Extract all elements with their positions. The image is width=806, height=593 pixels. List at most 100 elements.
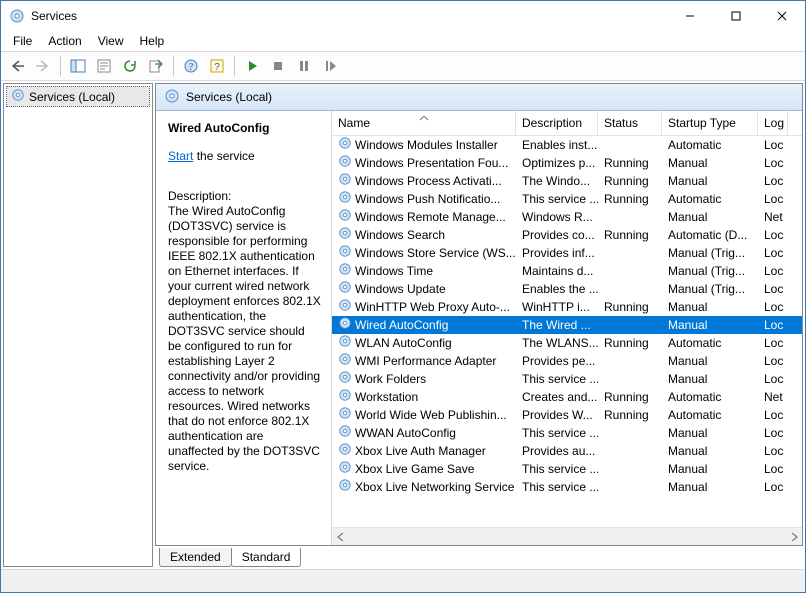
- service-status-cell: [598, 442, 662, 460]
- service-logon-cell: Loc: [758, 280, 788, 298]
- service-row[interactable]: WorkstationCreates and...RunningAutomati…: [332, 388, 802, 406]
- toolbar-show-hide-tree-button[interactable]: [66, 54, 90, 78]
- detail-start-link[interactable]: Start: [168, 149, 193, 163]
- svg-text:?: ?: [189, 62, 194, 73]
- service-row[interactable]: Windows Remote Manage...Windows R...Manu…: [332, 208, 802, 226]
- window-close-button[interactable]: [759, 1, 805, 31]
- sort-indicator-icon: [420, 111, 428, 124]
- service-name-cell: Windows Update: [355, 280, 446, 298]
- service-row[interactable]: Xbox Live Auth ManagerProvides au...Manu…: [332, 442, 802, 460]
- menu-view[interactable]: View: [92, 32, 130, 50]
- service-list-pane: Name Description Status Startup Type Log…: [332, 111, 802, 545]
- service-description-cell: This service ...: [516, 190, 598, 208]
- service-status-cell: Running: [598, 154, 662, 172]
- service-row[interactable]: Windows SearchProvides co...RunningAutom…: [332, 226, 802, 244]
- tab-extended[interactable]: Extended: [159, 548, 232, 567]
- detail-actions: Start the service: [168, 149, 321, 163]
- horizontal-scrollbar[interactable]: [332, 527, 802, 545]
- service-startup-cell: Automatic: [662, 136, 758, 154]
- column-header-startup-type[interactable]: Startup Type: [662, 111, 758, 135]
- service-name-cell: WinHTTP Web Proxy Auto-...: [355, 298, 510, 316]
- service-status-cell: [598, 280, 662, 298]
- service-startup-cell: Manual: [662, 316, 758, 334]
- service-startup-cell: Manual: [662, 424, 758, 442]
- pane-header: Services (Local): [156, 84, 802, 111]
- service-row[interactable]: Windows Presentation Fou... Optimizes p..…: [332, 154, 802, 172]
- column-header-logon-as[interactable]: Log: [758, 111, 788, 135]
- service-row[interactable]: WWAN AutoConfigThis service ...ManualLoc: [332, 424, 802, 442]
- toolbar-stop-service-button[interactable]: [266, 54, 290, 78]
- service-startup-cell: Manual: [662, 352, 758, 370]
- window-minimize-button[interactable]: [667, 1, 713, 31]
- column-header-status[interactable]: Status: [598, 111, 662, 135]
- column-header-name[interactable]: Name: [332, 111, 516, 135]
- service-description-cell: Optimizes p...: [516, 154, 598, 172]
- service-name-cell: WLAN AutoConfig: [355, 334, 452, 352]
- service-name-cell: Wired AutoConfig: [355, 316, 448, 334]
- service-status-cell: [598, 352, 662, 370]
- service-row[interactable]: WinHTTP Web Proxy Auto-...WinHTTP i...Ru…: [332, 298, 802, 316]
- menu-help[interactable]: Help: [134, 32, 171, 50]
- service-startup-cell: Automatic: [662, 406, 758, 424]
- service-row[interactable]: Wired AutoConfigThe Wired ...ManualLoc: [332, 316, 802, 334]
- scroll-track[interactable]: [349, 528, 785, 545]
- service-logon-cell: Loc: [758, 136, 788, 154]
- service-row[interactable]: Windows UpdateEnables the ...Manual (Tri…: [332, 280, 802, 298]
- service-name-cell: WMI Performance Adapter: [355, 352, 496, 370]
- tab-standard[interactable]: Standard: [231, 548, 302, 567]
- column-header-description[interactable]: Description: [516, 111, 598, 135]
- toolbar-help-button[interactable]: ?: [179, 54, 203, 78]
- service-startup-cell: Manual: [662, 478, 758, 496]
- service-name-cell: Xbox Live Auth Manager: [355, 442, 486, 460]
- service-logon-cell: Net: [758, 388, 788, 406]
- service-row[interactable]: Windows TimeMaintains d...Manual (Trig..…: [332, 262, 802, 280]
- service-description-cell: The WLANS...: [516, 334, 598, 352]
- service-row[interactable]: Windows Store Service (WS...Provides inf…: [332, 244, 802, 262]
- window-maximize-button[interactable]: [713, 1, 759, 31]
- service-startup-cell: Manual: [662, 154, 758, 172]
- service-icon: [338, 442, 352, 460]
- service-row[interactable]: Windows Push Notificatio...This service …: [332, 190, 802, 208]
- pane-header-title: Services (Local): [186, 90, 272, 104]
- service-status-cell: [598, 478, 662, 496]
- toolbar-start-service-button[interactable]: [240, 54, 264, 78]
- menu-file[interactable]: File: [7, 32, 38, 50]
- toolbar-export-button[interactable]: [144, 54, 168, 78]
- toolbar-properties-button[interactable]: [92, 54, 116, 78]
- scroll-left-button[interactable]: [332, 528, 349, 545]
- service-row[interactable]: WLAN AutoConfigThe WLANS...RunningAutoma…: [332, 334, 802, 352]
- service-status-cell: Running: [598, 334, 662, 352]
- service-description-cell: Enables inst...: [516, 136, 598, 154]
- pane-body: Wired AutoConfig Start the service Descr…: [156, 111, 802, 545]
- toolbar-pause-service-button[interactable]: [292, 54, 316, 78]
- service-row[interactable]: World Wide Web Publishin...Provides W...…: [332, 406, 802, 424]
- toolbar-restart-service-button[interactable]: [318, 54, 342, 78]
- service-row[interactable]: Xbox Live Networking ServiceThis service…: [332, 478, 802, 496]
- right-wrap: Services (Local) Wired AutoConfig Start …: [155, 83, 803, 567]
- service-description-cell: This service ...: [516, 424, 598, 442]
- service-row[interactable]: Windows Modules InstallerEnables inst...…: [332, 136, 802, 154]
- toolbar-back-button[interactable]: [5, 54, 29, 78]
- toolbar-help2-button[interactable]: ?: [205, 54, 229, 78]
- list-rows[interactable]: Windows Modules InstallerEnables inst...…: [332, 136, 802, 527]
- service-icon: [338, 406, 352, 424]
- service-icon: [338, 460, 352, 478]
- menu-action[interactable]: Action: [42, 32, 87, 50]
- service-startup-cell: Manual: [662, 208, 758, 226]
- service-logon-cell: Net: [758, 208, 788, 226]
- tree-item-services-local[interactable]: Services (Local): [6, 86, 150, 107]
- toolbar-forward-button[interactable]: [31, 54, 55, 78]
- console-tree-pane[interactable]: Services (Local): [3, 83, 153, 567]
- service-row[interactable]: Xbox Live Game SaveThis service ...Manua…: [332, 460, 802, 478]
- toolbar-refresh-button[interactable]: [118, 54, 142, 78]
- service-row[interactable]: Work FoldersThis service ...ManualLoc: [332, 370, 802, 388]
- service-row[interactable]: WMI Performance AdapterProvides pe...Man…: [332, 352, 802, 370]
- service-logon-cell: Loc: [758, 352, 788, 370]
- scroll-right-button[interactable]: [785, 528, 802, 545]
- service-row[interactable]: Windows Process Activati...The Windo...R…: [332, 172, 802, 190]
- service-status-cell: [598, 316, 662, 334]
- toolbar-separator: [60, 56, 61, 76]
- service-name-cell: Windows Presentation Fou...: [355, 154, 508, 172]
- service-startup-cell: Manual (Trig...: [662, 280, 758, 298]
- service-status-cell: [598, 136, 662, 154]
